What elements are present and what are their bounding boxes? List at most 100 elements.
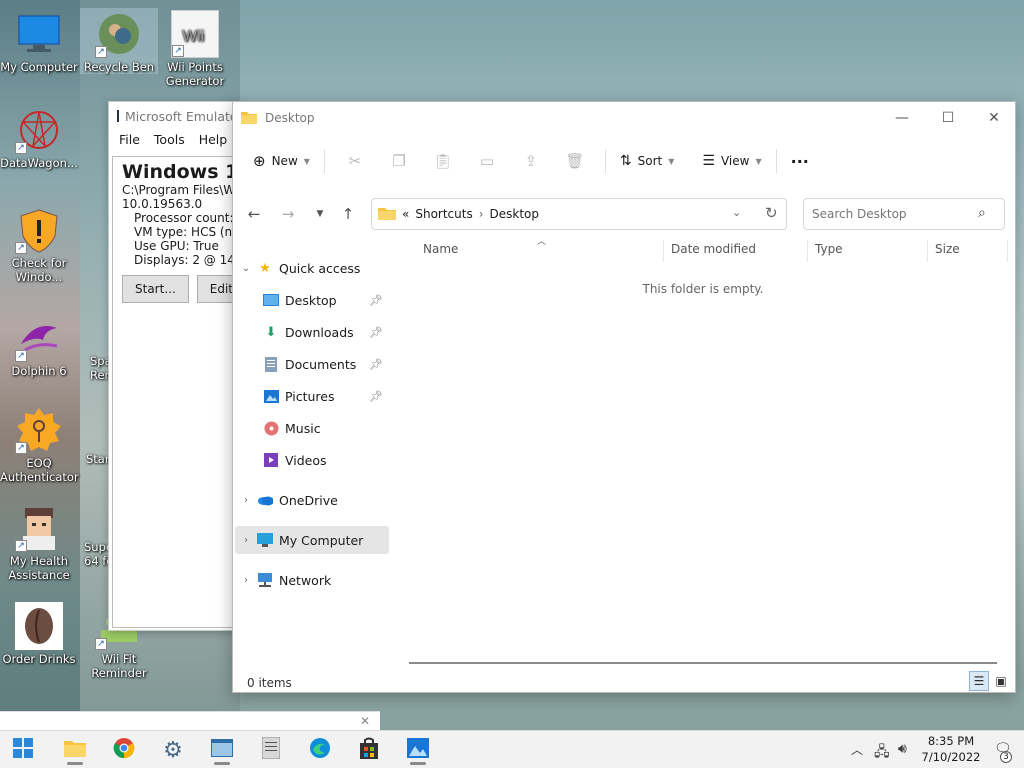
column-header-size[interactable]: Size <box>935 242 960 256</box>
more-options-button[interactable]: ··· <box>785 146 815 176</box>
nav-item-onedrive[interactable]: › OneDrive <box>235 486 389 514</box>
view-button[interactable]: ☰ View ▼ <box>696 146 767 176</box>
taskbar-file-explorer[interactable] <box>58 735 92 765</box>
up-button[interactable]: ↑ <box>333 200 363 228</box>
address-history-button[interactable]: ⌄ <box>732 206 741 219</box>
folder-icon <box>64 739 86 762</box>
arrow-left-icon: ← <box>247 205 261 223</box>
desktop-icon-eoq-authenticator[interactable]: ↗ EOQ Authenticator <box>0 404 79 484</box>
start-button[interactable] <box>6 735 40 765</box>
desktop-icon-recycle-ben[interactable]: ↗ Recycle Ben <box>80 8 158 74</box>
copy-icon: ❐ <box>392 152 406 170</box>
menu-file[interactable]: File <box>119 132 140 150</box>
desktop-icon-datawagon[interactable]: ↗ DataWagon... <box>0 104 78 170</box>
menu-tools[interactable]: Tools <box>154 132 185 150</box>
cut-button[interactable]: ✂ <box>340 146 370 176</box>
file-explorer-window[interactable]: Desktop — ☐ ✕ ⊕ New ▼ ✂ ❐ 📋︎ ▭ ⇪ 🗑︎ ⇅ So… <box>232 101 1016 693</box>
file-list: ︿ Name Date modified Type Size This fold… <box>389 232 1017 662</box>
nav-item-pictures[interactable]: Pictures 📌︎ <box>235 382 389 410</box>
windows-logo-icon <box>13 737 33 763</box>
breadcrumb-desktop[interactable]: Desktop <box>490 207 540 221</box>
network-icon <box>257 572 273 588</box>
refresh-button[interactable]: ↻ <box>765 204 778 222</box>
nav-item-music[interactable]: Music <box>235 414 389 442</box>
taskbar-chrome[interactable] <box>107 735 141 765</box>
details-view-button[interactable]: ☰ <box>969 671 989 691</box>
rename-button[interactable]: ▭ <box>472 146 502 176</box>
taskbar-photos[interactable] <box>401 735 435 765</box>
recent-locations-button[interactable]: ▼ <box>305 200 335 228</box>
volume-icon[interactable]: 🔊︎ <box>898 741 907 757</box>
new-button[interactable]: ⊕ New ▼ <box>247 146 316 176</box>
menu-help[interactable]: Help <box>199 132 228 150</box>
taskbar-notepad-app[interactable] <box>254 735 288 765</box>
pin-icon[interactable]: 📌︎ <box>369 326 383 339</box>
nav-item-my-computer[interactable]: › My Computer <box>235 526 389 554</box>
taskbar-edge[interactable] <box>303 735 337 765</box>
sort-button[interactable]: ⇅ Sort ▼ <box>614 146 681 176</box>
pin-icon[interactable]: 📌︎ <box>369 294 383 307</box>
horizontal-scrollbar[interactable] <box>409 662 997 664</box>
close-icon[interactable]: ✕ <box>360 714 370 728</box>
desktop-icon-dolphin[interactable]: ↗ Dolphin 6 <box>0 312 78 378</box>
chevron-down-icon: ▼ <box>755 156 762 166</box>
desktop-icon-wii-points-generator[interactable]: Wii ↗ Wii Points Generator <box>156 8 234 88</box>
breadcrumb-overflow[interactable]: « <box>402 207 409 221</box>
clock-date: 7/10/2022 <box>921 750 981 764</box>
search-input[interactable]: Search Desktop <box>812 207 907 221</box>
chevron-right-icon: › <box>244 494 248 506</box>
tiles-view-button[interactable]: ▣ <box>991 671 1011 691</box>
start-button[interactable]: Start... <box>122 275 189 303</box>
paste-button[interactable]: 📋︎ <box>428 146 458 176</box>
pin-icon[interactable]: 📌︎ <box>369 390 383 403</box>
emulator-window[interactable]: Microsoft Emulator File Tools Help Windo… <box>108 101 240 631</box>
address-bar[interactable]: « Shortcuts › Desktop ⌄ ↻ <box>371 198 787 230</box>
close-button[interactable]: ✕ <box>971 102 1017 134</box>
share-button[interactable]: ⇪ <box>516 146 546 176</box>
taskbar-emulator[interactable] <box>205 735 239 765</box>
details-view-icon: ☰ <box>973 674 985 688</box>
emulator-gpu: Use GPU: True <box>134 239 219 253</box>
command-bar: ⊕ New ▼ ✂ ❐ 📋︎ ▭ ⇪ 🗑︎ ⇅ Sort ▼ ☰ View ▼ … <box>233 142 1015 180</box>
navigation-row: ← → ▼ ↑ « Shortcuts › Desktop ⌄ ↻ Search… <box>233 196 1015 232</box>
nav-item-desktop[interactable]: Desktop 📌︎ <box>235 286 389 314</box>
search-icon: ⌕ <box>978 205 986 221</box>
column-header-type[interactable]: Type <box>815 242 843 256</box>
notepad-icon <box>261 736 281 764</box>
monitor-icon <box>15 10 63 58</box>
taskbar-settings[interactable]: ⚙ <box>156 735 190 765</box>
clock[interactable]: 8:35 PM 7/10/2022 <box>918 733 984 765</box>
desktop-icon-order-drinks[interactable]: Order Drinks <box>0 600 78 666</box>
desktop-icon-check-for-windows[interactable]: ↗ Check for Windo... <box>0 204 78 284</box>
copy-button[interactable]: ❐ <box>384 146 414 176</box>
nav-item-downloads[interactable]: ⬇ Downloads 📌︎ <box>235 318 389 346</box>
network-status-icon[interactable]: 🖧︎ <box>874 741 890 765</box>
search-box[interactable]: Search Desktop ⌕ <box>803 198 1005 230</box>
taskbar: ⚙ ︿ 🖧︎ 🔊︎ 8:35 PM 7/10/2022 🗨︎ 3 <box>0 730 1024 768</box>
chevron-down-icon: ⌄ <box>241 262 251 274</box>
desktop-icon-my-health-assistance[interactable]: ↗ My Health Assistance <box>0 502 78 582</box>
maximize-button[interactable]: ☐ <box>925 102 971 134</box>
toolbar-divider <box>323 149 325 173</box>
nav-item-videos[interactable]: Videos <box>235 446 389 474</box>
back-button[interactable]: ← <box>239 200 269 228</box>
emulator-titlebar[interactable]: Microsoft Emulator <box>109 102 239 130</box>
forward-button[interactable]: → <box>273 200 303 228</box>
rename-icon: ▭ <box>479 152 495 170</box>
desktop-icon-my-computer[interactable]: My Computer <box>0 8 78 74</box>
emulator-vm-type: VM type: HCS (not <box>134 225 240 239</box>
chevron-right-icon: › <box>244 534 248 546</box>
pin-icon[interactable]: 📌︎ <box>369 358 383 371</box>
column-header-date-modified[interactable]: Date modified <box>671 242 756 256</box>
taskbar-store[interactable] <box>352 735 386 765</box>
show-hidden-icons-chevron-icon[interactable]: ︿ <box>851 741 863 758</box>
nav-item-network[interactable]: › Network <box>235 566 389 594</box>
nav-item-documents[interactable]: Documents 📌︎ <box>235 350 389 378</box>
navigation-pane: ⌄ ★ Quick access Desktop 📌︎ ⬇ Downloads … <box>233 242 389 662</box>
minimize-button[interactable]: — <box>879 102 925 134</box>
breadcrumb-shortcuts[interactable]: Shortcuts <box>415 207 472 221</box>
toolbar-divider <box>775 149 777 173</box>
delete-button[interactable]: 🗑︎ <box>560 146 590 176</box>
column-header-name[interactable]: Name <box>423 242 458 256</box>
nav-item-quick-access[interactable]: ⌄ ★ Quick access <box>235 254 389 282</box>
